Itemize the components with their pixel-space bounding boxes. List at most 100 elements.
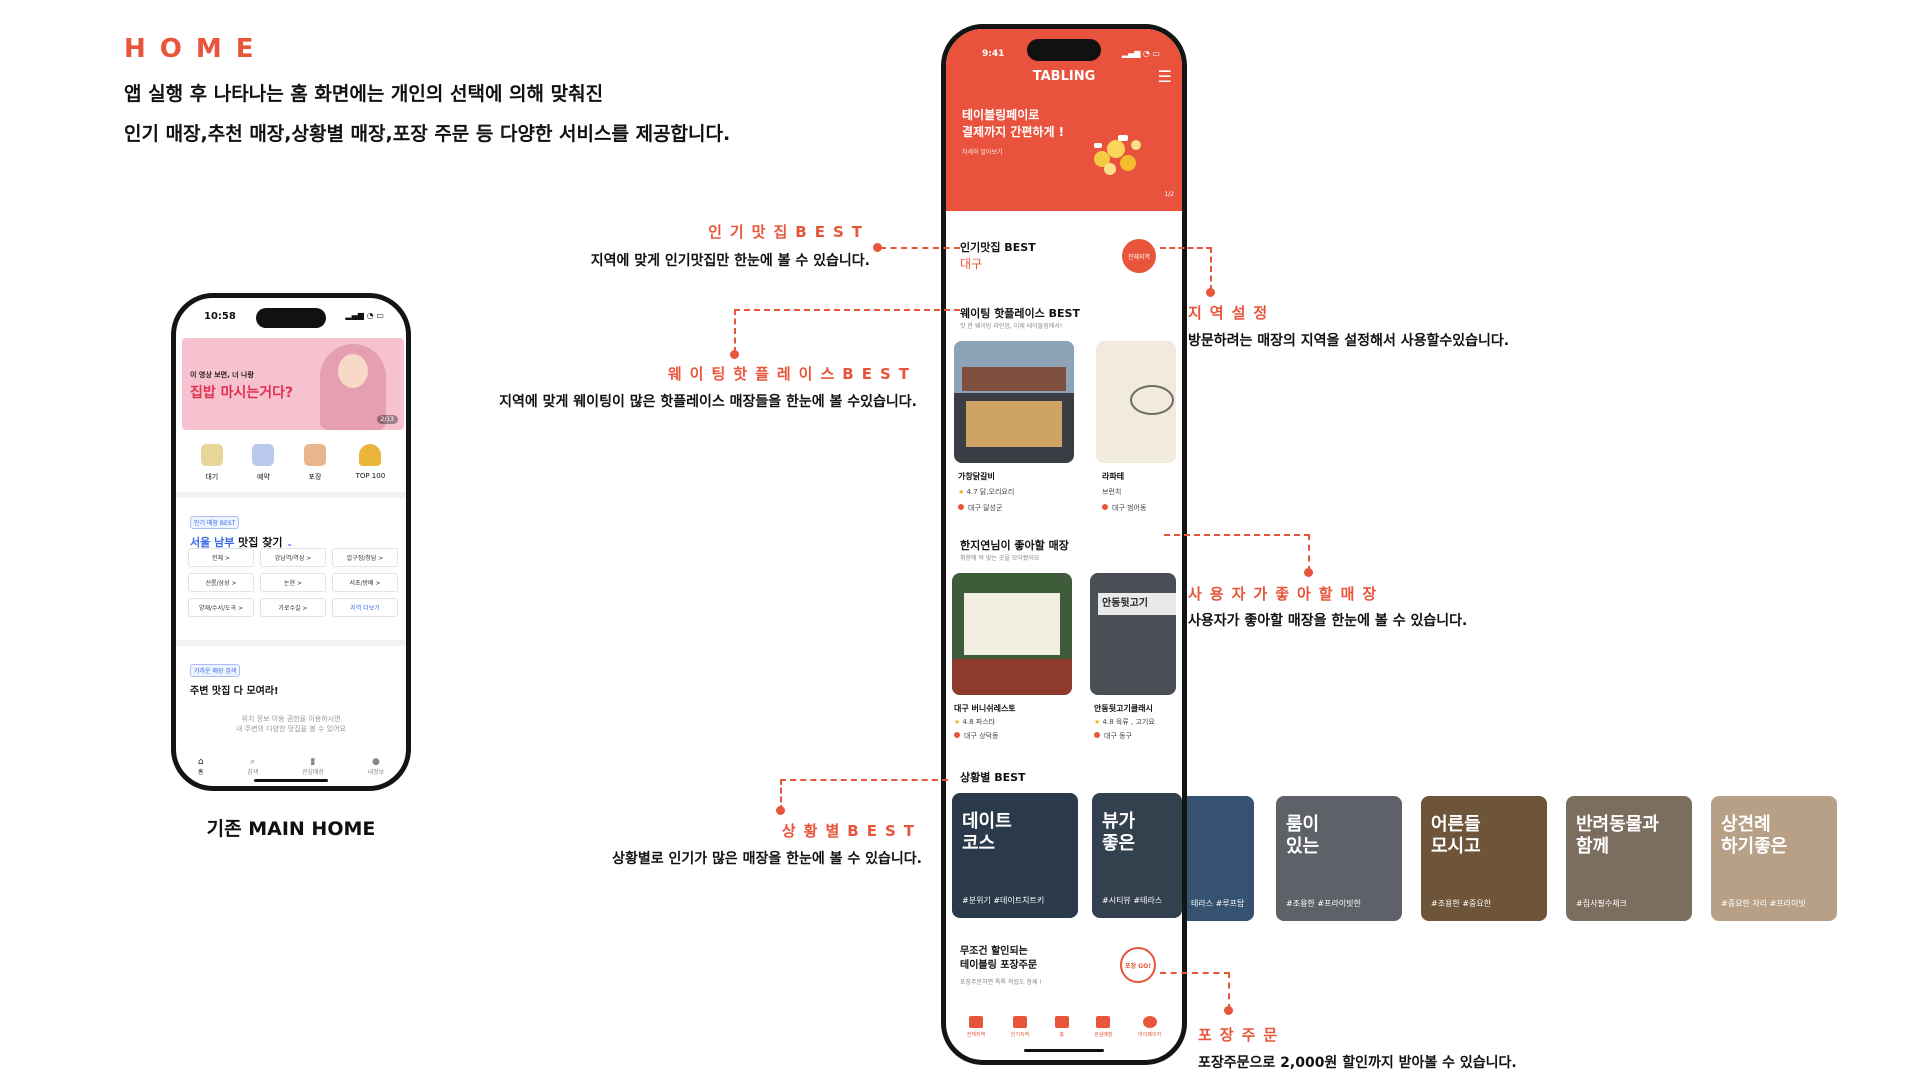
situation-card-title: 데이트 코스 (962, 811, 1012, 855)
annotation-waiting-desc: 지역에 맞게 웨이팅이 많은 핫플레이스 매장들을 한눈에 볼 수있습니다. (499, 394, 917, 410)
nav-home-label: 홈 (197, 769, 204, 776)
situation-card-extra[interactable]: 상견례 하기좋은 #중요한 자리 #프라이빗 (1711, 796, 1837, 921)
waiting-subtitle: 핫 한 웨이팅 라인업, 이제 테이블링에서! (960, 323, 1063, 330)
region-chip[interactable]: 서초/방배 > (332, 573, 398, 592)
service-takeout[interactable]: 포장 (303, 444, 326, 482)
situation-card-extra[interactable]: 어른들 모시고 #조용한 #중요한 (1421, 796, 1547, 921)
region-chip[interactable]: 압구정/청담 > (332, 548, 398, 567)
area: 대구 달성군 (968, 504, 1003, 512)
nav-mypage[interactable]: 마이페이지 (1138, 1016, 1161, 1038)
home-indicator (1024, 1049, 1104, 1052)
like-card-image[interactable] (952, 573, 1072, 695)
map-icon (968, 1016, 983, 1028)
app-title: TABLING (1032, 69, 1096, 84)
chevron-down-icon: ⌄ (286, 539, 293, 548)
service-reservation-label: 예약 (256, 473, 270, 481)
nav-popular-region[interactable]: 인기지역 (1011, 1016, 1029, 1038)
promo-banner[interactable]: 이 영상 보면, 너 나랑 집밥 마시는거다? 2/13 (182, 338, 404, 430)
nav-profile[interactable]: ● 내정보 (368, 757, 385, 776)
old-home-phone: 10:58 ▂▄▆ ◔ ▭ 이 영상 보면, 너 나랑 집밥 마시는거다? 2/… (171, 293, 411, 791)
leader-line (734, 309, 736, 353)
annotation-region-desc: 방문하려는 매장의 지역을 설정해서 사용할수있습니다. (1188, 333, 1510, 349)
nav-favorites-label: 관심매장 (301, 769, 324, 776)
leader-line (1308, 534, 1310, 572)
situation-card[interactable]: 뷰가 좋은 #시티뷰 #테라스 (1092, 793, 1182, 918)
leader-line (1160, 972, 1230, 974)
takeout-title[interactable]: 무조건 할인되는 테이블링 포장주문 (960, 945, 1037, 973)
popular-section: 인기 매장 BEST 서울 남부 맛집 찾기 ⌄ (190, 510, 293, 550)
leader-line (1228, 972, 1230, 1010)
region-chip[interactable]: 전체 > (188, 548, 254, 567)
situation-card-extra[interactable]: 반려동물과 함께 #집사필수체크 (1566, 796, 1692, 921)
takeout-subtitle: 포장주문하면 톡톡 적립도 함께 ! (960, 979, 1042, 986)
region-chip[interactable]: 선릉/삼성 > (188, 573, 254, 592)
takeout-go-button[interactable]: 포장 GO! (1120, 947, 1156, 983)
situation-card-extra[interactable]: 룸이 있는 #조용한 #프라이빗한 (1276, 796, 1402, 921)
trophy-icon (359, 444, 382, 466)
location-dot-icon (1094, 732, 1100, 738)
situation-title: 상황별 BEST (960, 771, 1026, 784)
nav-home[interactable]: 홈 (1054, 1016, 1069, 1038)
takeout-line-2: 테이블링 포장주문 (960, 960, 1038, 971)
waiting-card-name: 가창닭갈비 (958, 472, 995, 481)
like-card-name: 대구 버니쉬레스토 (954, 704, 1016, 713)
banner-text[interactable]: 테이블링페이로 결제까지 간편하게 ! (962, 107, 1064, 141)
nav-all-region[interactable]: 전체지역 (967, 1016, 985, 1038)
like-card-image[interactable]: 안동뒷고기 (1090, 573, 1176, 695)
annotation-takeout-title: 포장주문 (1198, 1026, 1286, 1044)
like-card-name: 안동뒷고기클래시 (1094, 704, 1153, 713)
region-chip[interactable]: 양재/수서/도곡 > (188, 598, 254, 617)
old-home-caption: 기존 MAIN HOME (206, 818, 376, 840)
banner-more-link[interactable]: 자세히 알아보기 (962, 147, 1003, 156)
waiting-card-category: 브런치 (1102, 488, 1122, 496)
service-top100-label: TOP 100 (355, 472, 386, 480)
location-note-line-2: 내 주변의 다양한 맛집을 볼 수 있어요 (236, 725, 346, 733)
service-reservation[interactable]: 예약 (252, 444, 275, 482)
situation-card-title: 뷰가 좋은 (1102, 811, 1135, 855)
status-time: 10:58 (204, 311, 236, 322)
category: 닭,오리요리 (979, 488, 1015, 496)
region-more-chip[interactable]: 지역 더보기 (332, 598, 398, 617)
nav-label: 전체지역 (966, 1032, 986, 1038)
search-icon: ⌕ (250, 757, 256, 767)
annotation-takeout-desc: 포장주문으로 2,000원 할인까지 받아볼 수 있습니다. (1198, 1055, 1517, 1071)
situation-card-extra[interactable]: 테라스 #루프탑 (1187, 796, 1254, 921)
banner-page-indicator: 1/2 (1164, 191, 1174, 198)
region-select-button[interactable]: 전체지역 (1122, 239, 1156, 273)
popular-region: 대구 (960, 257, 983, 271)
situation-card-tags: #조용한 #프라이빗한 (1286, 899, 1361, 908)
nav-favorites[interactable]: ▮ 관심매장 (302, 757, 324, 776)
waiting-card-image[interactable] (954, 341, 1074, 463)
menu-icon[interactable]: ☰ (1158, 67, 1172, 86)
situation-card-title: 상견례 하기좋은 (1721, 814, 1787, 858)
nav-favorites[interactable]: 관심매장 (1094, 1016, 1113, 1038)
situation-card-tags: #분위기 #데이트치트키 (962, 896, 1045, 905)
home-icon: ⌂ (197, 757, 204, 767)
banner-page-indicator: 2/13 (376, 415, 398, 424)
annotation-pin (1206, 288, 1215, 297)
situation-card[interactable]: 데이트 코스 #분위기 #데이트치트키 (952, 793, 1078, 918)
region-chip[interactable]: 강남역/역삼 > (260, 548, 326, 567)
leader-line (1160, 247, 1212, 249)
home-icon (1054, 1016, 1069, 1028)
nav-profile-label: 내정보 (367, 769, 385, 776)
nav-label: 관심매장 (1094, 1032, 1113, 1038)
leader-line (1164, 534, 1310, 536)
service-top100[interactable]: TOP 100 (355, 444, 386, 482)
divider (176, 640, 406, 646)
waiting-card-image[interactable] (1096, 341, 1176, 463)
bookmark-icon: ▮ (310, 757, 316, 767)
annotation-popular-desc: 지역에 맞게 인기맛집만 한눈에 볼 수 있습니다. (590, 253, 870, 269)
situation-card-title: 반려동물과 함께 (1576, 814, 1659, 858)
service-takeout-label: 포장 (308, 473, 322, 481)
description-line-2: 인기 매장,추천 매장,상황별 매장,포장 주문 등 다양한 서비스를 제공합니… (124, 123, 731, 145)
bottom-nav: ⌂ 홈 ⌕ 검색 ▮ 관심매장 ● 내정보 (176, 757, 406, 776)
region-chip[interactable]: 논현 > (260, 573, 326, 592)
region-chip[interactable]: 가로수길 > (260, 598, 326, 617)
nav-search[interactable]: ⌕ 검색 (247, 757, 258, 776)
situation-card-tags: #시티뷰 #테라스 (1102, 896, 1163, 905)
like-card-rating: ★ 4.8 파스타 (954, 717, 995, 727)
rating-value: 4.8 (962, 718, 974, 726)
nav-home[interactable]: ⌂ 홈 (198, 757, 204, 776)
service-waiting[interactable]: 대기 (200, 444, 223, 482)
